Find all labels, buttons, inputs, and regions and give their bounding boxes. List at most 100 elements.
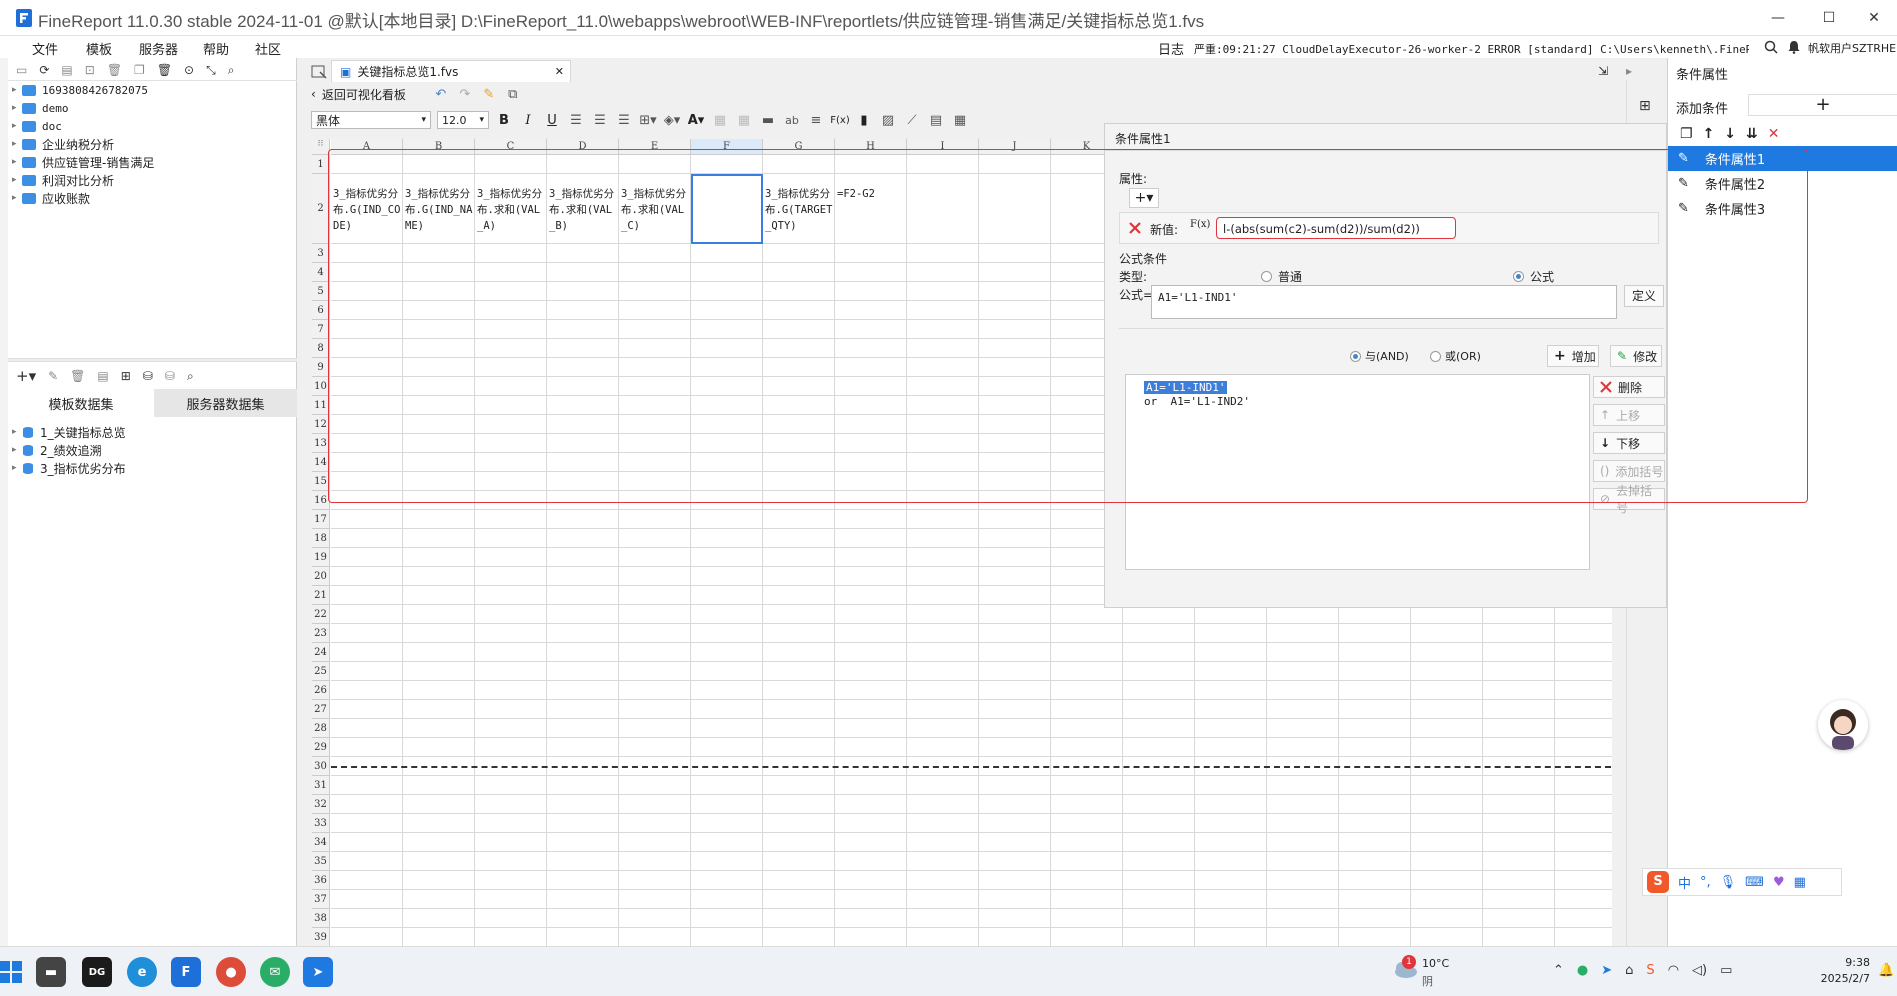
volume-icon[interactable]: ◁) bbox=[1692, 963, 1707, 978]
delete-icon[interactable]: 🗑 bbox=[107, 63, 122, 77]
cell-H2[interactable]: =F2-G2 bbox=[835, 184, 907, 244]
move-down-button[interactable]: ↓ 下移 bbox=[1593, 432, 1665, 454]
or-radio[interactable]: 或(OR) bbox=[1430, 348, 1481, 364]
type-formula-radio[interactable]: 公式 bbox=[1513, 268, 1554, 285]
tab-list-icon[interactable]: ⇲ bbox=[1598, 64, 1608, 78]
row-header-2[interactable]: 2 bbox=[312, 174, 330, 244]
condition-item[interactable]: or A1='L1-IND2' bbox=[1144, 395, 1250, 408]
font-family-select[interactable]: 黑体 ▾ bbox=[311, 111, 431, 129]
back-to-board-button[interactable]: 返回可视化看板 bbox=[322, 86, 406, 103]
column-header-A[interactable]: A bbox=[331, 139, 403, 155]
assistant-avatar[interactable] bbox=[1818, 700, 1868, 750]
row-header-33[interactable]: 33 bbox=[312, 814, 330, 833]
fx-icon[interactable]: F(x) bbox=[1190, 219, 1210, 230]
condition-item-3[interactable]: ✎ 条件属性3 bbox=[1668, 196, 1897, 221]
menu-server[interactable]: 服务器 bbox=[139, 39, 178, 58]
tree-item[interactable]: ▸ 应收账款 bbox=[12, 189, 292, 207]
ime-tray-icon[interactable]: ⌂ bbox=[1625, 963, 1633, 978]
row-header-37[interactable]: 37 bbox=[312, 890, 330, 909]
finereport-taskbar-icon[interactable]: F bbox=[171, 957, 201, 987]
chevron-up-icon[interactable]: ⌃ bbox=[1553, 963, 1564, 978]
column-header-D[interactable]: D bbox=[547, 139, 619, 155]
layout-icon[interactable]: ▦ bbox=[951, 111, 969, 129]
row-header-24[interactable]: 24 bbox=[312, 643, 330, 662]
user-name[interactable]: 帆软用户SZTRHE bbox=[1808, 40, 1896, 56]
sub-report-icon[interactable]: ▤ bbox=[927, 111, 945, 129]
delete-condition-button[interactable]: 删除 bbox=[1593, 376, 1665, 398]
add-condition-button[interactable]: + 增加 bbox=[1547, 345, 1599, 367]
feishu-icon[interactable]: ➤ bbox=[303, 957, 333, 987]
cache-icon[interactable]: ⛁ bbox=[165, 369, 175, 383]
row-header-8[interactable]: 8 bbox=[312, 339, 330, 358]
row-header-7[interactable]: 7 bbox=[312, 320, 330, 339]
row-header-36[interactable]: 36 bbox=[312, 871, 330, 890]
merge-icon[interactable]: ▦ bbox=[711, 111, 729, 129]
column-header-C[interactable]: C bbox=[475, 139, 547, 155]
cell-A2[interactable]: 3_指标优劣分布.G(IND_CODE) bbox=[331, 184, 403, 244]
row-header-29[interactable]: 29 bbox=[312, 738, 330, 757]
preview-icon[interactable]: ⧉ bbox=[504, 85, 522, 103]
refresh-icon[interactable]: ⟳ bbox=[39, 63, 49, 77]
selected-cell-F2[interactable] bbox=[691, 174, 763, 244]
wechat-icon[interactable]: ✉ bbox=[260, 957, 290, 987]
move-up-button[interactable]: ↑ 上移 bbox=[1593, 404, 1665, 426]
panel-splitter[interactable] bbox=[8, 358, 297, 362]
align-left-icon[interactable]: ☰ bbox=[567, 111, 585, 129]
row-header-16[interactable]: 16 bbox=[312, 491, 330, 510]
dataset-item[interactable]: ▸ 2_绩效追溯 bbox=[12, 441, 292, 459]
tree-item[interactable]: ▸ 利润对比分析 bbox=[12, 171, 292, 189]
fill-color-icon[interactable]: ◈▾ bbox=[663, 111, 681, 129]
cell-D2[interactable]: 3_指标优劣分布.求和(VAL_B) bbox=[547, 184, 619, 244]
locate-icon[interactable]: ⊙ bbox=[184, 63, 194, 77]
edit-icon[interactable]: ✎ bbox=[48, 369, 58, 383]
weather-temp[interactable]: 10°C bbox=[1422, 957, 1449, 970]
column-header-I[interactable]: I bbox=[907, 139, 979, 155]
lock-icon[interactable]: ⊡ bbox=[85, 63, 95, 77]
redo-icon[interactable]: ↷ bbox=[456, 85, 474, 103]
copy-icon[interactable]: ❐ bbox=[134, 63, 145, 77]
condition-item[interactable]: A1='L1-IND1' bbox=[1144, 381, 1228, 394]
image-icon[interactable]: ▨ bbox=[879, 111, 897, 129]
battery-icon[interactable]: ▭ bbox=[1720, 963, 1732, 978]
row-header-10[interactable]: 10 bbox=[312, 377, 330, 396]
insert-row-icon[interactable]: ▬ bbox=[759, 111, 777, 129]
slash-icon[interactable]: ⟋ bbox=[903, 111, 921, 129]
define-button[interactable]: 定义 bbox=[1624, 285, 1664, 307]
minimize-button[interactable]: — bbox=[1755, 0, 1801, 36]
sogou-tray-icon[interactable]: S bbox=[1646, 963, 1654, 978]
row-header-21[interactable]: 21 bbox=[312, 586, 330, 605]
menu-help[interactable]: 帮助 bbox=[203, 39, 229, 58]
format-painter-icon[interactable]: ✎ bbox=[480, 85, 498, 103]
row-header-35[interactable]: 35 bbox=[312, 852, 330, 871]
menu-template[interactable]: 模板 bbox=[86, 39, 112, 58]
maximize-button[interactable]: ☐ bbox=[1806, 0, 1852, 36]
row-header-26[interactable]: 26 bbox=[312, 681, 330, 700]
align-justify-icon[interactable]: ≡ bbox=[807, 111, 825, 129]
row-header-12[interactable]: 12 bbox=[312, 415, 330, 434]
formula-icon[interactable]: F(x) bbox=[830, 111, 849, 129]
add-attr-button[interactable]: +▾ bbox=[1129, 188, 1159, 208]
font-color-icon[interactable]: A▾ bbox=[687, 111, 705, 129]
column-header-B[interactable]: B bbox=[403, 139, 475, 155]
preview-icon[interactable]: ▤ bbox=[97, 369, 108, 383]
start-icon[interactable] bbox=[0, 961, 22, 983]
log-message[interactable]: 严重:09:21:27 CloudDelayExecutor-26-worker… bbox=[1194, 41, 1749, 57]
feishu-tray-icon[interactable]: ➤ bbox=[1601, 963, 1612, 978]
undo-icon[interactable]: ↶ bbox=[432, 85, 450, 103]
copy-icon[interactable]: ❐ bbox=[1680, 126, 1693, 142]
clock-time[interactable]: 9:38 bbox=[1826, 956, 1870, 969]
tab-server-dataset[interactable]: 服务器数据集 bbox=[154, 389, 297, 417]
modify-condition-button[interactable]: ✎ 修改 bbox=[1610, 345, 1662, 367]
arrow-up-icon[interactable]: ↑ bbox=[1703, 126, 1715, 142]
row-header-25[interactable]: 25 bbox=[312, 662, 330, 681]
grid-corner[interactable]: ⁝⁝ bbox=[312, 139, 330, 155]
row-header-11[interactable]: 11 bbox=[312, 396, 330, 415]
log-label[interactable]: 日志 bbox=[1158, 39, 1184, 58]
cell-C2[interactable]: 3_指标优劣分布.求和(VAL_A) bbox=[475, 184, 547, 244]
clock-date[interactable]: 2025/2/7 bbox=[1810, 972, 1870, 985]
ime-toolbar[interactable]: S 中 °, 🎙 ⌨ ♥ ▦ bbox=[1642, 868, 1842, 896]
row-header-4[interactable]: 4 bbox=[312, 263, 330, 282]
search-icon[interactable] bbox=[1764, 40, 1778, 54]
row-header-9[interactable]: 9 bbox=[312, 358, 330, 377]
remove-attr-icon[interactable] bbox=[1128, 221, 1142, 235]
